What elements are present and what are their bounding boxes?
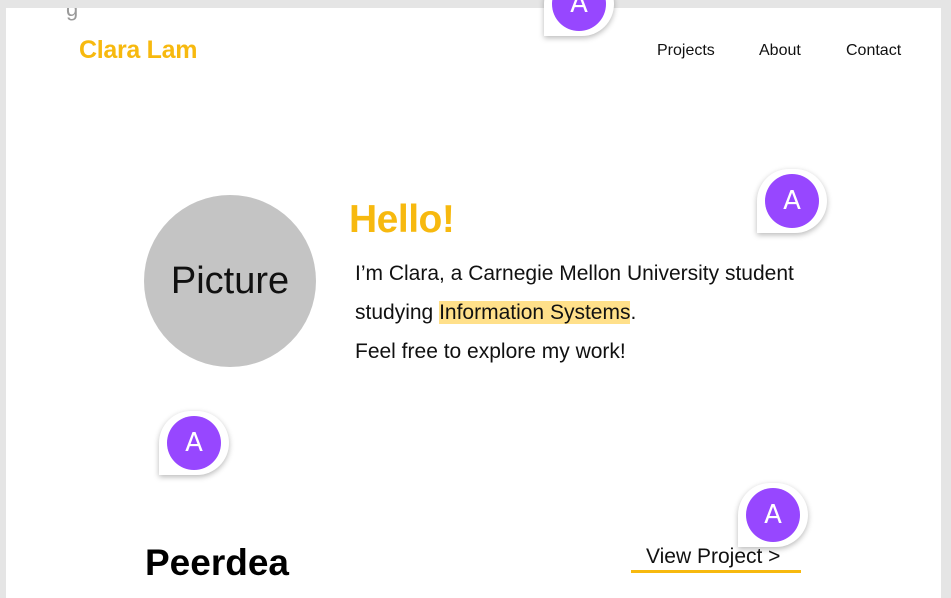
profile-picture-placeholder: Picture	[144, 195, 316, 367]
intro-text-line2: Feel free to explore my work!	[355, 340, 626, 363]
picture-label: Picture	[170, 259, 290, 302]
intro-paragraph: I’m Clara, a Carnegie Mellon University …	[355, 254, 815, 371]
comment-avatar-icon: A	[746, 488, 800, 542]
comment-marker[interactable]: A	[757, 169, 827, 233]
nav-projects[interactable]: Projects	[657, 42, 715, 60]
nav-contact[interactable]: Contact	[846, 42, 901, 60]
nav-about[interactable]: About	[759, 42, 801, 60]
clipped-text: g	[66, 8, 79, 21]
project-title: Peerdea	[145, 542, 289, 583]
intro-text-end: .	[630, 301, 637, 324]
comment-avatar-icon: A	[167, 416, 221, 470]
comment-marker[interactable]: A	[738, 483, 808, 547]
comment-marker[interactable]: A	[159, 411, 229, 475]
comment-avatar-icon: A	[765, 174, 819, 228]
greeting-heading: Hello!	[349, 198, 455, 241]
site-logo[interactable]: Clara Lam	[79, 36, 197, 65]
highlighted-major: Information Systems	[439, 301, 631, 324]
view-project-link[interactable]: View Project >	[631, 544, 801, 573]
comment-avatar-icon: A	[552, 0, 606, 31]
